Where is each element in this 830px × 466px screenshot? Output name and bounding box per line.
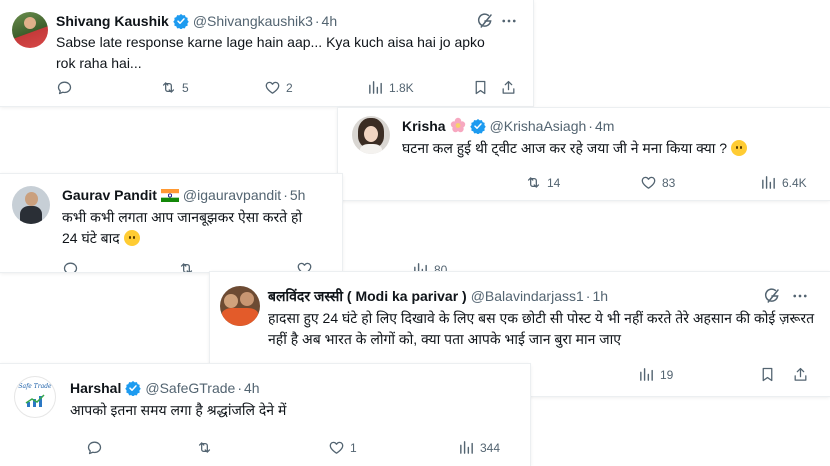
india-flag-icon [160, 189, 179, 202]
like-icon [328, 439, 345, 456]
views-icon [458, 439, 475, 456]
tweet-text: आपको इतना समय लगा है श्रद्धांजलि देने मे… [70, 402, 287, 418]
author-handle[interactable]: @Balavindarjass1 [471, 288, 584, 304]
views-icon [367, 79, 384, 96]
retweet-button[interactable] [196, 439, 213, 456]
share-button[interactable] [500, 79, 517, 96]
like-count: 2 [286, 80, 293, 95]
share-icon [792, 366, 809, 383]
grok-icon[interactable] [763, 287, 781, 305]
bookmark-icon [472, 79, 489, 96]
separator-dot: · [585, 288, 591, 304]
timestamp[interactable]: 4m [595, 118, 614, 134]
views-button[interactable]: 19 [638, 366, 673, 383]
like-icon [264, 79, 281, 96]
retweet-icon [178, 260, 195, 272]
views-icon [638, 366, 655, 383]
tweet-card-shivang: Shivang Kaushik @Shivangkaushik3 · 4h Sabse… [0, 0, 533, 106]
reply-button[interactable] [62, 260, 79, 272]
reply-button[interactable] [86, 439, 103, 456]
grok-icon[interactable] [476, 12, 494, 30]
verified-badge-icon [470, 118, 486, 134]
author-name[interactable]: Shivang Kaushik [56, 13, 169, 29]
bookmark-button[interactable] [759, 366, 776, 383]
reply-icon [86, 439, 103, 456]
retweet-count: 5 [182, 80, 189, 95]
author-name[interactable]: बलविंदर जस्सी ( Modi ka parivar ) [268, 288, 467, 304]
views-count: 19 [660, 367, 674, 382]
timestamp[interactable]: 1h [592, 288, 608, 304]
face-emoji-icon [730, 140, 747, 156]
separator-dot: · [237, 380, 242, 396]
like-button[interactable]: 2 [264, 79, 293, 96]
verified-badge-icon [125, 380, 141, 396]
reply-button[interactable] [56, 79, 73, 96]
face-emoji-icon [123, 230, 140, 246]
retweet-icon [196, 439, 213, 456]
author-name[interactable]: Gaurav Pandit [62, 187, 157, 203]
tweet-card-gaurav: Gaurav Pandit @igauravpandit · 5h कभी कभी ल… [0, 174, 342, 272]
share-button[interactable] [792, 366, 809, 383]
tweet-text: Sabse late response karne lage hain aap.… [56, 34, 485, 71]
retweet-icon [160, 79, 177, 96]
like-button[interactable]: 83 [640, 174, 675, 191]
tweet-card-krisha: Krisha @KrishaAsiagh · 4m घटना कल हुई थी ट्… [338, 108, 830, 200]
avatar[interactable] [12, 186, 50, 224]
verified-badge-icon [173, 13, 189, 29]
flower-emoji-icon [450, 117, 465, 133]
retweet-button[interactable]: 14 [525, 174, 560, 191]
bookmark-icon [759, 366, 776, 383]
tweet-text: घटना कल हुई थी ट्वीट आज कर रहे जया जी ने… [402, 138, 822, 159]
views-icon [760, 174, 777, 191]
views-button[interactable]: 344 [458, 439, 500, 456]
like-button[interactable]: 1 [328, 439, 357, 456]
tweet-text-line2: 24 घंटे बाद [62, 230, 120, 246]
retweet-count: 14 [547, 175, 561, 190]
like-count: 83 [662, 175, 676, 190]
tweet-text-line1: कभी कभी लगता आप जानबूझकर ऐसा करते हो [62, 209, 303, 225]
tweet-text: कभी कभी लगता आप जानबूझकर ऐसा करते हो 24 … [62, 207, 332, 249]
separator-dot: · [588, 118, 593, 134]
like-icon [640, 174, 657, 191]
separator-dot: · [283, 187, 288, 203]
author-handle[interactable]: @KrishaAsiagh [490, 118, 587, 134]
retweet-button[interactable] [178, 260, 195, 272]
author-handle[interactable]: @Shivangkaushik3 [193, 13, 313, 29]
author-name[interactable]: Harshal [70, 380, 121, 396]
timestamp[interactable]: 5h [290, 187, 306, 203]
separator-dot: · [314, 13, 320, 29]
avatar[interactable] [352, 116, 390, 154]
avatar-logo-text: Safe Trade [18, 383, 52, 390]
tweet-text-line2-wrap: 24 घंटे बाद [62, 228, 332, 249]
author-handle[interactable]: @igauravpandit [183, 187, 281, 203]
views-button[interactable]: 1.8K [367, 79, 414, 96]
views-count: 6.4K [782, 175, 807, 190]
views-button[interactable]: 6.4K [760, 174, 807, 191]
avatar[interactable] [220, 286, 260, 326]
reply-icon [56, 79, 73, 96]
more-icon[interactable] [500, 12, 518, 30]
chart-logo-icon [25, 394, 45, 407]
author-name[interactable]: Krisha [402, 118, 446, 134]
like-button[interactable] [296, 260, 313, 272]
author-handle[interactable]: @SafeGTrade [145, 380, 235, 396]
timestamp[interactable]: 4h [322, 13, 338, 29]
avatar[interactable] [12, 12, 48, 48]
tweet-card-harshal: Safe Trade Harshal @SafeGTrade · 4h आपको इत… [0, 364, 530, 466]
like-icon [296, 260, 313, 272]
tweet-text: हादसा हुए 24 घंटे हो लिए दिखावे के लिए ब… [268, 310, 815, 347]
more-icon[interactable] [791, 287, 809, 305]
avatar[interactable]: Safe Trade [14, 376, 56, 418]
retweet-button[interactable]: 5 [160, 79, 189, 96]
tweet-text-content: घटना कल हुई थी ट्वीट आज कर रहे जया जी ने… [402, 140, 727, 156]
reply-icon [62, 260, 79, 272]
views-count: 344 [480, 440, 501, 455]
timestamp[interactable]: 4h [244, 380, 260, 396]
bookmark-button[interactable] [472, 79, 489, 96]
share-icon [500, 79, 517, 96]
views-count: 1.8K [389, 80, 414, 95]
like-count: 1 [350, 440, 357, 455]
retweet-icon [525, 174, 542, 191]
